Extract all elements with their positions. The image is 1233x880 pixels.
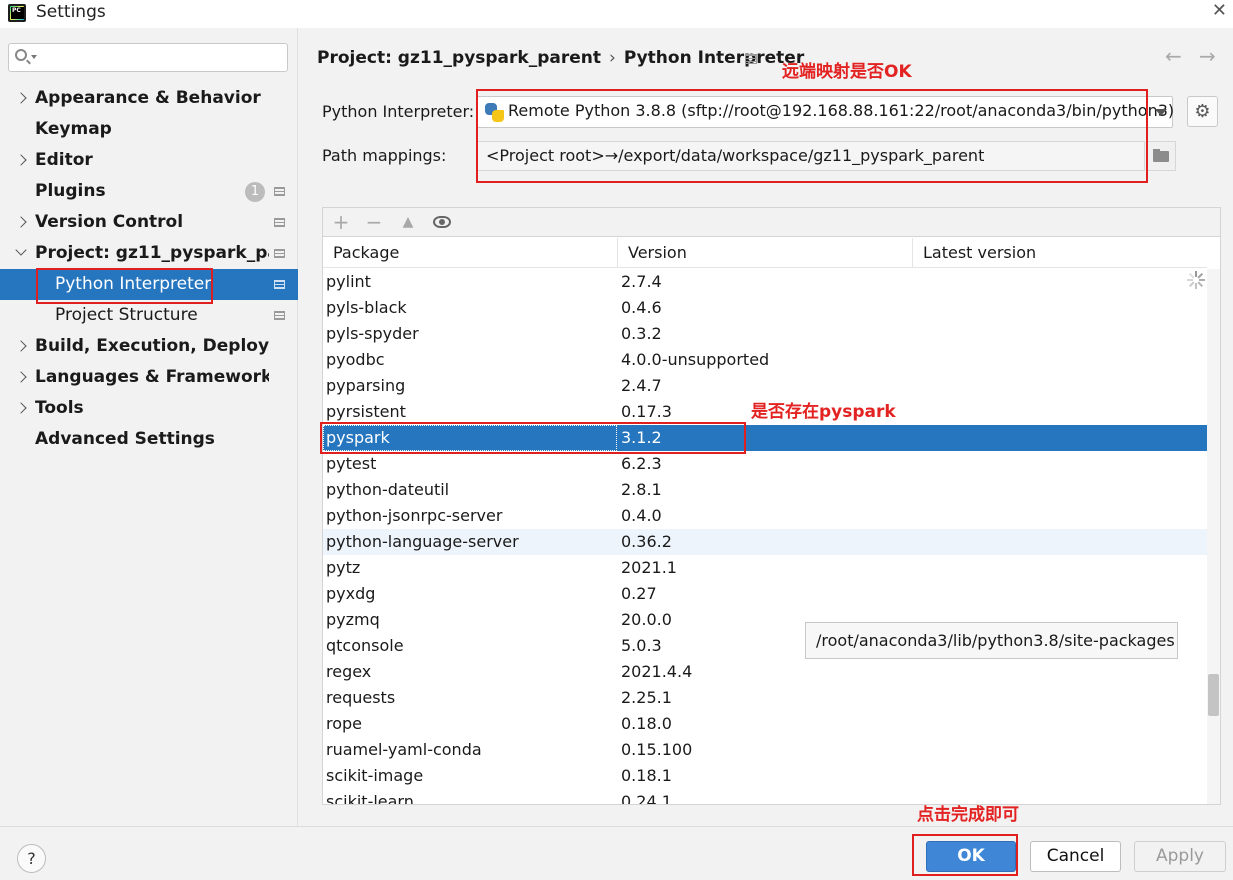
package-path-tooltip: /root/anaconda3/lib/python3.8/site-packa… — [805, 622, 1178, 659]
plugins-update-badge: 1 — [245, 182, 265, 202]
sidebar-item-languages-frameworks[interactable]: Languages & Frameworks — [0, 362, 298, 393]
table-row[interactable]: python-dateutil 2.8.1 — [323, 477, 1207, 503]
forward-arrow-icon[interactable]: → — [1199, 44, 1216, 68]
table-row[interactable]: pyxdg 0.27 — [323, 581, 1207, 607]
chevron-right-icon[interactable] — [15, 393, 29, 424]
package-table-body: pylint 2.7.4 pyls-black 0.4.6 pyls-spyder 0… — [323, 269, 1207, 804]
settings-page-icon — [274, 280, 285, 289]
sidebar-item-editor[interactable]: Editor — [0, 145, 298, 176]
table-row[interactable]: pytz 2021.1 — [323, 555, 1207, 581]
breadcrumb-page: Python Interpreter — [623, 48, 805, 68]
annotation-box-ok — [912, 834, 1018, 876]
annotation-box-pyspark — [320, 422, 746, 454]
sidebar-item-keymap[interactable]: Keymap — [0, 114, 298, 145]
eye-icon[interactable] — [433, 216, 451, 228]
table-row[interactable]: pyls-spyder 0.3.2 — [323, 321, 1207, 347]
loading-spinner-icon — [1187, 271, 1205, 289]
folder-icon[interactable] — [1146, 141, 1176, 171]
column-header-version[interactable]: Version — [618, 238, 913, 268]
chevron-right-icon[interactable] — [15, 83, 29, 114]
sidebar-item-plugins[interactable]: Plugins 1 — [0, 176, 298, 207]
help-button[interactable]: ? — [17, 844, 46, 873]
chevron-right-icon[interactable] — [15, 331, 29, 362]
vertical-scrollbar[interactable] — [1207, 269, 1220, 804]
settings-sidebar: Appearance & Behavior Keymap Editor Plug… — [0, 28, 298, 826]
apply-button[interactable]: Apply — [1134, 841, 1226, 872]
annotation-remote-mapping: 远端映射是否OK — [782, 62, 912, 82]
column-header-package[interactable]: Package — [323, 238, 618, 268]
dialog-footer: ? OK Cancel Apply — [0, 826, 1233, 880]
annotation-box-interpreter — [476, 89, 1148, 183]
interpreter-label: Python Interpreter: — [322, 102, 475, 121]
column-header-latest-version[interactable]: Latest version — [913, 238, 1207, 268]
sidebar-item-project-structure[interactable]: Project Structure — [0, 300, 298, 331]
table-row[interactable]: pyparsing 2.4.7 — [323, 373, 1207, 399]
title-bar: Settings ✕ — [0, 0, 1233, 28]
sidebar-item-project[interactable]: Project: gz11_pyspark_parent — [0, 238, 298, 269]
sidebar-item-appearance-behavior[interactable]: Appearance & Behavior — [0, 83, 298, 114]
chevron-right-icon[interactable] — [15, 145, 29, 176]
remove-package-icon[interactable]: − — [364, 210, 384, 234]
sidebar-item-build-execution-deployment[interactable]: Build, Execution, Deployment — [0, 331, 298, 362]
table-row[interactable]: pylint 2.7.4 — [323, 269, 1207, 295]
table-row[interactable]: pytest 6.2.3 — [323, 451, 1207, 477]
cancel-button[interactable]: Cancel — [1030, 841, 1121, 872]
table-row[interactable]: rope 0.18.0 — [323, 711, 1207, 737]
table-row[interactable]: pyls-black 0.4.6 — [323, 295, 1207, 321]
settings-page-icon — [274, 218, 285, 227]
chevron-right-icon[interactable] — [15, 207, 29, 238]
chevron-down-icon[interactable] — [15, 238, 29, 269]
table-row[interactable]: python-language-server 0.36.2 — [323, 529, 1207, 555]
settings-page-icon — [274, 311, 285, 320]
annotation-pyspark-exists: 是否存在pyspark — [751, 402, 896, 422]
settings-search-input[interactable] — [8, 43, 288, 72]
table-header: Package Version Latest version — [323, 238, 1207, 268]
sidebar-item-tools[interactable]: Tools — [0, 393, 298, 424]
table-row[interactable]: pyodbc 4.0.0-unsupported — [323, 347, 1207, 373]
chevron-down-icon — [31, 55, 37, 59]
table-row[interactable]: python-jsonrpc-server 0.4.0 — [323, 503, 1207, 529]
settings-page-icon — [274, 249, 285, 258]
breadcrumb-separator: › — [609, 48, 616, 68]
package-toolbar: + − ▲ — [323, 208, 1220, 237]
close-icon[interactable]: ✕ — [1212, 0, 1227, 21]
window-title: Settings — [36, 2, 106, 22]
settings-page-icon — [745, 54, 757, 64]
sidebar-item-advanced-settings[interactable]: Advanced Settings — [0, 424, 298, 455]
scrollbar-thumb[interactable] — [1208, 674, 1219, 716]
annotation-click-done: 点击完成即可 — [917, 805, 1019, 825]
chevron-right-icon[interactable] — [15, 362, 29, 393]
breadcrumb-project[interactable]: Project: gz11_pyspark_parent — [317, 48, 601, 68]
back-arrow-icon[interactable]: ← — [1165, 44, 1182, 68]
search-icon — [15, 49, 27, 61]
chevron-down-icon[interactable] — [1147, 96, 1175, 128]
gear-icon[interactable]: ⚙ — [1187, 96, 1218, 127]
annotation-box-sidebar — [36, 268, 213, 304]
sidebar-item-version-control[interactable]: Version Control — [0, 207, 298, 238]
table-row[interactable]: regex 2021.4.4 — [323, 659, 1207, 685]
add-package-icon[interactable]: + — [331, 210, 351, 234]
table-row[interactable]: requests 2.25.1 — [323, 685, 1207, 711]
table-row[interactable]: scikit-image 0.18.1 — [323, 763, 1207, 789]
pycharm-logo-icon — [8, 4, 26, 22]
path-mappings-label: Path mappings: — [322, 146, 447, 165]
upgrade-package-icon[interactable]: ▲ — [398, 214, 418, 230]
table-row[interactable]: scikit-learn 0.24.1 — [323, 789, 1207, 804]
settings-page-icon — [274, 187, 285, 196]
table-row[interactable]: ruamel-yaml-conda 0.15.100 — [323, 737, 1207, 763]
package-panel: + − ▲ Package Version Latest version pyl… — [322, 207, 1221, 805]
breadcrumb: Project: gz11_pyspark_parent › Python Inte… — [317, 48, 804, 68]
